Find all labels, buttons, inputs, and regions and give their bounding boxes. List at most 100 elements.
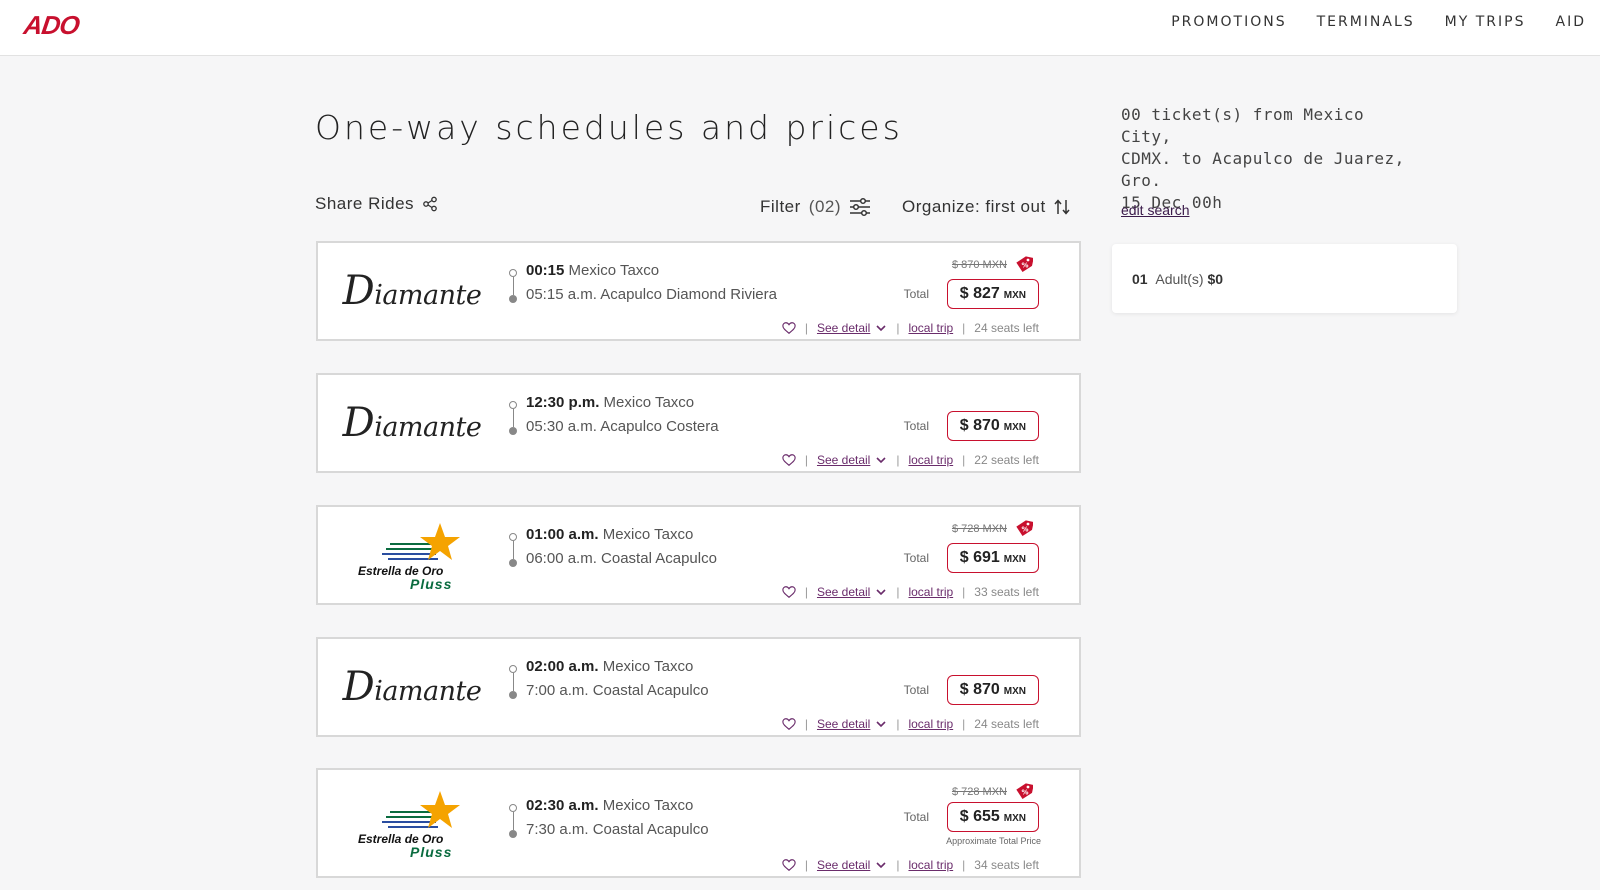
share-rides-button[interactable]: Share Rides <box>315 194 438 214</box>
chevron-down-icon[interactable] <box>875 454 887 466</box>
separator: | <box>804 858 808 872</box>
old-price: $ 728 MXN <box>951 523 1007 535</box>
seats-left: 33 seats left <box>974 585 1039 599</box>
svg-text:%: % <box>1022 789 1029 797</box>
route-line-icon <box>508 665 518 699</box>
total-label: Total <box>903 287 929 301</box>
trip-card[interactable]: Estrella de Oro Pluss 01:00 a.m. Mexico … <box>316 505 1081 605</box>
departure-place: Mexico Taxco <box>568 262 660 279</box>
chevron-down-icon[interactable] <box>875 718 887 730</box>
trip-meta: | See detail | local trip | 24 seats lef… <box>782 717 1039 731</box>
departure: 00:15 Mexico Taxco <box>526 262 659 279</box>
price-amount: $ 827 <box>959 285 1000 302</box>
heart-icon[interactable] <box>782 585 796 599</box>
passenger-label: Adult(s) <box>1155 271 1204 287</box>
local-trip-link[interactable]: local trip <box>908 453 953 467</box>
trip-meta: | See detail | local trip | 24 seats lef… <box>782 321 1039 335</box>
ado-logo[interactable]: ADO <box>22 10 81 40</box>
sliders-icon <box>850 197 871 217</box>
price-button[interactable]: $ 691 MXN <box>946 543 1039 573</box>
trip-card[interactable]: Diamante 02:00 a.m. Mexico Taxco 7:00 a.… <box>316 637 1081 737</box>
trip-card[interactable]: Diamante 00:15 Mexico Taxco 05:15 a.m. A… <box>316 241 1081 341</box>
chevron-down-icon[interactable] <box>875 322 887 334</box>
chevron-down-icon[interactable] <box>875 586 887 598</box>
price-amount: $ 691 <box>959 549 1000 566</box>
departure-time: 12:30 p.m. <box>526 394 600 411</box>
bus-line-brand: Diamante <box>342 375 482 471</box>
price-button[interactable]: $ 870 MXN <box>946 675 1039 705</box>
trip-card[interactable]: Diamante 12:30 p.m. Mexico Taxco 05:30 a… <box>316 373 1081 473</box>
svg-text:%: % <box>1022 526 1029 534</box>
passenger-total: $0 <box>1207 271 1224 287</box>
organize-label: Organize: first out <box>902 197 1046 216</box>
departure: 12:30 p.m. Mexico Taxco <box>526 394 694 411</box>
heart-icon[interactable] <box>782 858 796 872</box>
summary-line-2: CDMX. to Acapulco de Juarez, <box>1121 149 1405 168</box>
trip-card[interactable]: Estrella de Oro Pluss 02:30 a.m. Mexico … <box>316 768 1081 878</box>
price-currency: MXN <box>1003 554 1026 565</box>
passenger-row: 01 Adult(s) $0 <box>1132 271 1223 287</box>
filter-button[interactable]: Filter (02) <box>760 197 871 217</box>
see-detail-link[interactable]: See detail <box>817 717 870 731</box>
chevron-down-icon[interactable] <box>875 859 887 871</box>
diamante-logo: Diamante <box>342 400 482 446</box>
see-detail-link[interactable]: See detail <box>817 585 870 599</box>
nav-terminals[interactable]: TERMINALS <box>1317 14 1415 30</box>
local-trip-link[interactable]: local trip <box>908 585 953 599</box>
nav-my-trips[interactable]: MY TRIPS <box>1445 14 1526 30</box>
separator: | <box>896 717 900 731</box>
departure-place: Mexico Taxco <box>603 394 695 411</box>
see-detail-link[interactable]: See detail <box>817 858 870 872</box>
arrival: 7:00 a.m. Coastal Acapulco <box>526 682 709 699</box>
route-line-icon <box>508 533 518 567</box>
heart-icon[interactable] <box>782 453 796 467</box>
separator: | <box>896 858 900 872</box>
separator: | <box>804 585 808 599</box>
total-label: Total <box>903 683 929 697</box>
nav-aid[interactable]: AID <box>1556 14 1587 30</box>
price-currency: MXN <box>1003 290 1026 301</box>
price-amount: $ 870 <box>959 681 1000 698</box>
arrival: 05:30 a.m. Acapulco Costera <box>526 418 719 435</box>
separator: | <box>962 321 966 335</box>
departure-time: 00:15 <box>526 262 565 279</box>
old-price: $ 728 MXN <box>951 786 1007 798</box>
departure: 02:00 a.m. Mexico Taxco <box>526 658 693 675</box>
separator: | <box>962 453 966 467</box>
logo-text[interactable]: ADO <box>22 10 81 41</box>
heart-icon[interactable] <box>782 717 796 731</box>
approx-total-note: Approximate Total Price <box>946 836 1041 846</box>
edit-search-link[interactable]: edit search <box>1121 202 1189 218</box>
separator: | <box>804 321 808 335</box>
trip-meta: | See detail | local trip | 33 seats lef… <box>782 585 1039 599</box>
local-trip-link[interactable]: local trip <box>908 717 953 731</box>
departure-place: Mexico Taxco <box>602 797 694 814</box>
departure-time: 02:00 a.m. <box>526 658 599 675</box>
price-amount: $ 655 <box>959 808 1000 825</box>
discount-tag-icon: % <box>1016 520 1033 537</box>
local-trip-link[interactable]: local trip <box>908 858 953 872</box>
seats-left: 24 seats left <box>974 321 1039 335</box>
estrella-line-2: Pluss <box>410 576 453 592</box>
nav-promotions[interactable]: PROMOTIONS <box>1171 14 1286 30</box>
bus-line-brand: Diamante <box>342 243 482 339</box>
total-label: Total <box>903 810 929 824</box>
see-detail-link[interactable]: See detail <box>817 453 870 467</box>
heart-icon[interactable] <box>782 321 796 335</box>
separator: | <box>804 717 808 731</box>
svg-text:%: % <box>1022 262 1029 270</box>
old-price: $ 870 MXN <box>951 259 1007 271</box>
diamante-logo: Diamante <box>342 664 482 710</box>
price-button[interactable]: $ 827 MXN <box>946 279 1039 309</box>
share-rides-label: Share Rides <box>315 194 415 213</box>
departure-place: Mexico Taxco <box>602 526 694 543</box>
top-bar: ADO PROMOTIONS TERMINALS MY TRIPS AID <box>0 0 1600 56</box>
sort-icon <box>1054 199 1070 215</box>
price-button[interactable]: $ 655 MXN <box>946 802 1039 832</box>
organize-button[interactable]: Organize: first out <box>902 197 1070 217</box>
separator: | <box>896 321 900 335</box>
price-button[interactable]: $ 870 MXN <box>946 411 1039 441</box>
local-trip-link[interactable]: local trip <box>908 321 953 335</box>
see-detail-link[interactable]: See detail <box>817 321 870 335</box>
seats-left: 24 seats left <box>974 717 1039 731</box>
